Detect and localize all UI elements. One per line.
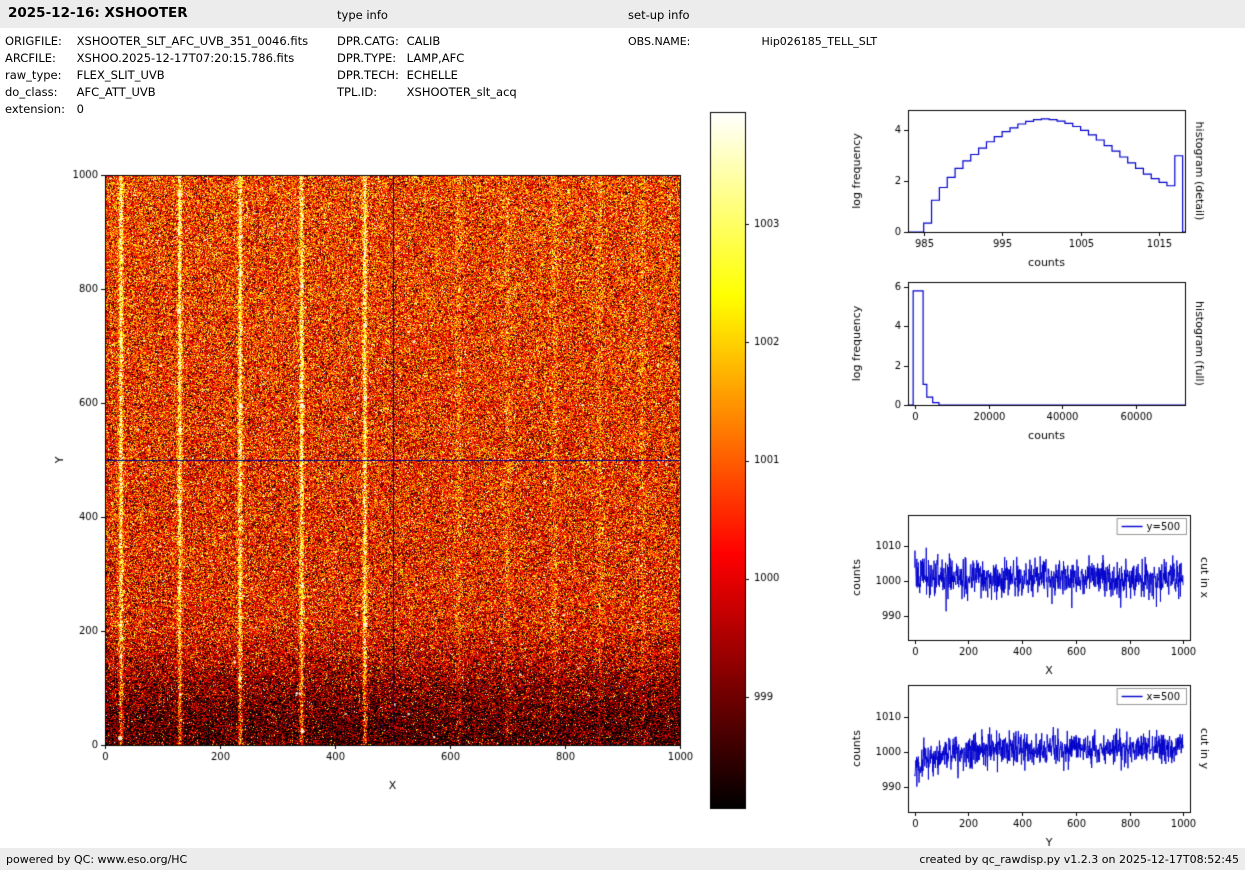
metadata-value: LAMP,AFC bbox=[407, 51, 465, 65]
metadata-row: raw_type: FLEX_SLIT_UVB bbox=[5, 67, 308, 84]
metadata-value: ECHELLE bbox=[407, 68, 458, 82]
metadata-label: do_class: bbox=[5, 84, 73, 101]
metadata-row: DPR.TECH: ECHELLE bbox=[337, 67, 517, 84]
metadata-row: ARCFILE: XSHOO.2025-12-17T07:20:15.786.f… bbox=[5, 50, 308, 67]
metadata-value: Hip026185_TELL_SLT bbox=[762, 35, 878, 48]
histogram-full-plot bbox=[840, 272, 1242, 452]
cut-in-y-plot bbox=[840, 675, 1242, 853]
file-metadata-column: ORIGFILE: XSHOOTER_SLT_AFC_UVB_351_0046.… bbox=[5, 33, 308, 118]
metadata-value: XSHOO.2025-12-17T07:20:15.786.fits bbox=[77, 51, 295, 65]
colorbar bbox=[705, 105, 815, 820]
histogram-detail-plot bbox=[840, 100, 1242, 280]
metadata-label: DPR.TECH: bbox=[337, 67, 403, 84]
page-title: 2025-12-16: XSHOOTER bbox=[8, 5, 188, 21]
metadata-value: FLEX_SLIT_UVB bbox=[77, 68, 165, 82]
metadata-row: do_class: AFC_ATT_UVB bbox=[5, 84, 308, 101]
metadata-row: OBS.NAME: Hip026185_TELL_SLT bbox=[628, 33, 877, 50]
title-bar: 2025-12-16: XSHOOTER type info set-up in… bbox=[0, 0, 1245, 28]
setup-info-column: OBS.NAME: Hip026185_TELL_SLT bbox=[628, 33, 877, 50]
metadata-label: extension: bbox=[5, 101, 73, 118]
setup-info-heading: set-up info bbox=[628, 8, 690, 22]
qc-report-page: 2025-12-16: XSHOOTER type info set-up in… bbox=[0, 0, 1245, 870]
metadata-row: DPR.TYPE: LAMP,AFC bbox=[337, 50, 517, 67]
metadata-value: AFC_ATT_UVB bbox=[77, 85, 156, 99]
footer-right-text: created by qc_rawdisp.py v1.2.3 on 2025-… bbox=[919, 853, 1239, 866]
metadata-label: DPR.TYPE: bbox=[337, 50, 403, 67]
type-info-column: DPR.CATG: CALIB DPR.TYPE: LAMP,AFC DPR.T… bbox=[337, 33, 517, 101]
metadata-row: ORIGFILE: XSHOOTER_SLT_AFC_UVB_351_0046.… bbox=[5, 33, 308, 50]
raw-image-plot bbox=[30, 140, 710, 810]
metadata-row: TPL.ID: XSHOOTER_slt_acq bbox=[337, 84, 517, 101]
metadata-value: XSHOOTER_slt_acq bbox=[407, 85, 517, 99]
metadata-value: CALIB bbox=[407, 34, 441, 48]
metadata-value: 0 bbox=[77, 102, 84, 116]
metadata-label: OBS.NAME: bbox=[628, 33, 758, 50]
metadata-label: TPL.ID: bbox=[337, 84, 403, 101]
metadata-label: ORIGFILE: bbox=[5, 33, 73, 50]
footer-left-text: powered by QC: www.eso.org/HC bbox=[6, 853, 187, 866]
metadata-row: DPR.CATG: CALIB bbox=[337, 33, 517, 50]
metadata-row: extension: 0 bbox=[5, 101, 308, 118]
type-info-heading: type info bbox=[337, 8, 388, 22]
footer-bar: powered by QC: www.eso.org/HC created by… bbox=[0, 848, 1245, 870]
metadata-label: ARCFILE: bbox=[5, 50, 73, 67]
cut-in-x-plot bbox=[840, 505, 1242, 685]
metadata-label: raw_type: bbox=[5, 67, 73, 84]
metadata-value: XSHOOTER_SLT_AFC_UVB_351_0046.fits bbox=[77, 34, 308, 48]
metadata-label: DPR.CATG: bbox=[337, 33, 403, 50]
